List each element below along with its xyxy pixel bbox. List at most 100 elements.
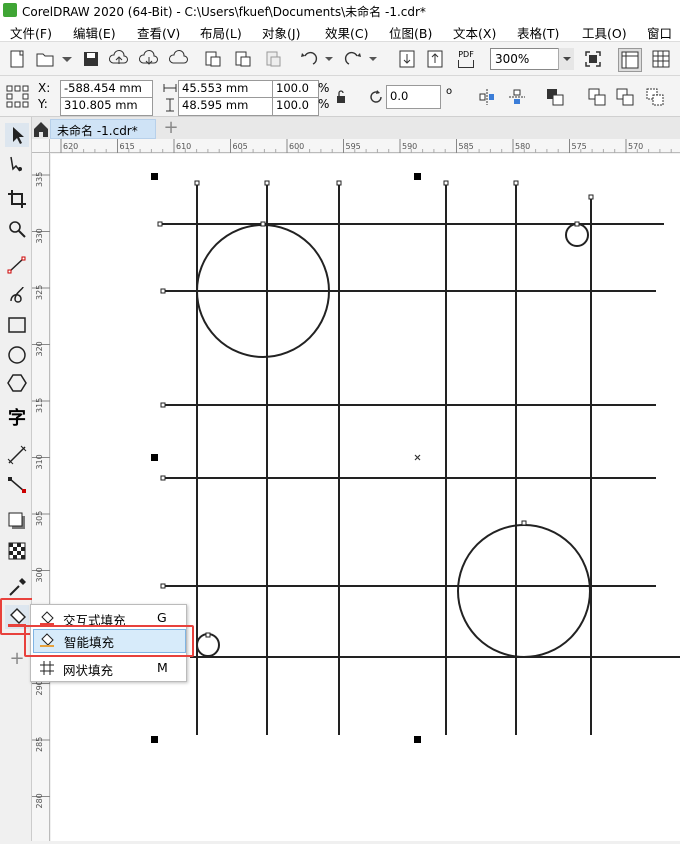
chevron-down-icon — [563, 57, 571, 61]
save-icon[interactable] — [80, 48, 102, 70]
smart-fill-highlight — [24, 625, 194, 657]
mesh-fill-icon — [40, 661, 54, 675]
import-arrow-icon[interactable] — [396, 48, 418, 70]
export-icon[interactable] — [232, 48, 254, 70]
print-icon[interactable] — [262, 48, 284, 70]
menu-view[interactable]: 查看(V) — [137, 23, 180, 42]
ruler-label: 335 — [35, 172, 44, 187]
cloud-download-icon[interactable] — [138, 48, 160, 70]
dimension-tool-icon[interactable] — [5, 443, 29, 467]
ruler-label: 325 — [35, 285, 44, 300]
zoom-dropdown-button[interactable] — [558, 48, 574, 70]
ruler-label: 570 — [628, 142, 643, 151]
connector-tool-icon[interactable] — [5, 473, 29, 497]
menu-bitmap[interactable]: 位图(B) — [389, 23, 432, 42]
undo-icon[interactable] — [298, 48, 320, 70]
menu-table[interactable]: 表格(T) — [517, 23, 559, 42]
percent-label-x: % — [318, 81, 330, 95]
menu-object[interactable]: 对象(J) — [262, 23, 300, 42]
interactive-fill-icon — [40, 611, 54, 625]
document-tab-label: 未命名 -1.cdr* — [57, 124, 138, 138]
group-icon[interactable] — [644, 86, 666, 108]
home-icon[interactable] — [32, 119, 50, 139]
menu-text[interactable]: 文本(X) — [453, 23, 496, 42]
menu-edit[interactable]: 编辑(E) — [73, 23, 116, 42]
rectangle-tool-icon[interactable] — [5, 313, 29, 337]
menu-tools[interactable]: 工具(O) — [582, 23, 627, 42]
rotate-icon — [370, 90, 382, 103]
zoom-value: 300% — [495, 52, 530, 66]
menu-bar: 文件(F) 编辑(E) 查看(V) 布局(L) 对象(J) 效果(C) 位图(B… — [0, 20, 680, 42]
drop-shadow-tool-icon[interactable] — [5, 509, 29, 533]
ruler-label: 605 — [233, 142, 248, 151]
menu-layout[interactable]: 布局(L) — [200, 23, 242, 42]
circle-shape — [457, 524, 591, 658]
redo-icon[interactable] — [342, 48, 364, 70]
flyout-shortcut: M — [157, 660, 168, 675]
menu-file[interactable]: 文件(F) — [10, 23, 52, 42]
circle-shape — [565, 223, 589, 247]
artistic-media-icon[interactable] — [5, 283, 29, 307]
open-dropdown-icon[interactable] — [56, 48, 78, 70]
document-tab[interactable]: 未命名 -1.cdr* — [50, 119, 156, 139]
pdf-label: PDF — [458, 50, 474, 59]
object-origin-icon[interactable] — [5, 84, 31, 110]
add-tab-icon[interactable]: + — [160, 118, 182, 138]
vertical-ruler[interactable]: 335330325320315310305300295290285280 — [32, 153, 50, 841]
drawing-content — [151, 173, 680, 743]
menu-window[interactable]: 窗口 — [647, 23, 672, 42]
shape-tool-icon[interactable] — [5, 153, 29, 177]
ruler-label: 610 — [176, 142, 191, 151]
export-arrow-icon[interactable] — [424, 48, 446, 70]
property-bar: X: Y: -588.454 mm 310.805 mm 45.553 mm 4… — [0, 76, 680, 117]
scale-y-input[interactable]: 100.0 — [272, 97, 319, 116]
full-screen-icon[interactable] — [582, 48, 604, 70]
ellipse-tool-icon[interactable] — [5, 343, 29, 367]
pick-tool-icon[interactable] — [5, 123, 29, 147]
rotation-input[interactable]: 0.0 — [386, 85, 441, 109]
menu-effects[interactable]: 效果(C) — [325, 23, 368, 42]
eyedropper-tool-icon[interactable] — [5, 575, 29, 599]
crop-tool-icon[interactable] — [5, 187, 29, 211]
undo-dropdown-icon[interactable] — [318, 48, 340, 70]
ruler-label: 600 — [289, 142, 304, 151]
zoom-tool-icon[interactable] — [5, 217, 29, 241]
ruler-corner[interactable] — [32, 139, 50, 153]
y-label: Y: — [38, 97, 48, 111]
center-marker — [414, 454, 421, 461]
drawing-canvas[interactable] — [51, 154, 680, 841]
flyout-item-mesh-fill[interactable]: 网状填充 M — [33, 657, 184, 679]
text-tool-icon[interactable]: 字 — [5, 407, 29, 431]
publish-pdf-icon[interactable]: PDF — [454, 50, 478, 70]
combine-icon[interactable] — [586, 86, 608, 108]
horizontal-ruler[interactable]: 620 615 610 605 600 595 590 585 580 575 570 — [50, 139, 680, 153]
degree-symbol: o — [446, 86, 453, 97]
transparency-tool-icon[interactable] — [5, 539, 29, 563]
ruler-label: 285 — [35, 737, 44, 752]
ruler-label: 615 — [120, 142, 135, 151]
polygon-tool-icon[interactable] — [5, 371, 29, 395]
title-bar: CorelDRAW 2020 (64-Bit) - C:\Users\fkuef… — [0, 0, 680, 20]
y-position-input[interactable]: 310.805 mm — [60, 97, 153, 116]
grid-toggle-icon[interactable] — [650, 48, 672, 70]
redo-dropdown-icon[interactable] — [362, 48, 384, 70]
height-input[interactable]: 48.595 mm — [178, 97, 273, 116]
ruler-label: 280 — [35, 793, 44, 808]
rulers-toggle-icon[interactable] — [618, 48, 642, 72]
arrange-icon[interactable] — [544, 86, 566, 108]
cloud-icon[interactable] — [168, 48, 190, 70]
new-document-icon[interactable] — [6, 48, 28, 70]
break-apart-icon[interactable] — [614, 86, 636, 108]
horizontal-ruler-ticks: 620 615 610 605 600 595 590 585 580 575 570 — [60, 139, 672, 153]
ruler-label: 585 — [459, 142, 474, 151]
flyout-label: 网状填充 — [63, 663, 114, 678]
import-icon[interactable] — [202, 48, 224, 70]
ruler-label: 575 — [572, 142, 587, 151]
lock-ratio-icon[interactable] — [334, 89, 348, 105]
mirror-horizontal-icon[interactable] — [476, 86, 498, 108]
mirror-vertical-icon[interactable] — [506, 86, 528, 108]
height-icon — [166, 98, 174, 112]
freehand-tool-icon[interactable] — [5, 253, 29, 277]
open-folder-icon[interactable] — [34, 48, 56, 70]
cloud-upload-icon[interactable] — [108, 48, 130, 70]
